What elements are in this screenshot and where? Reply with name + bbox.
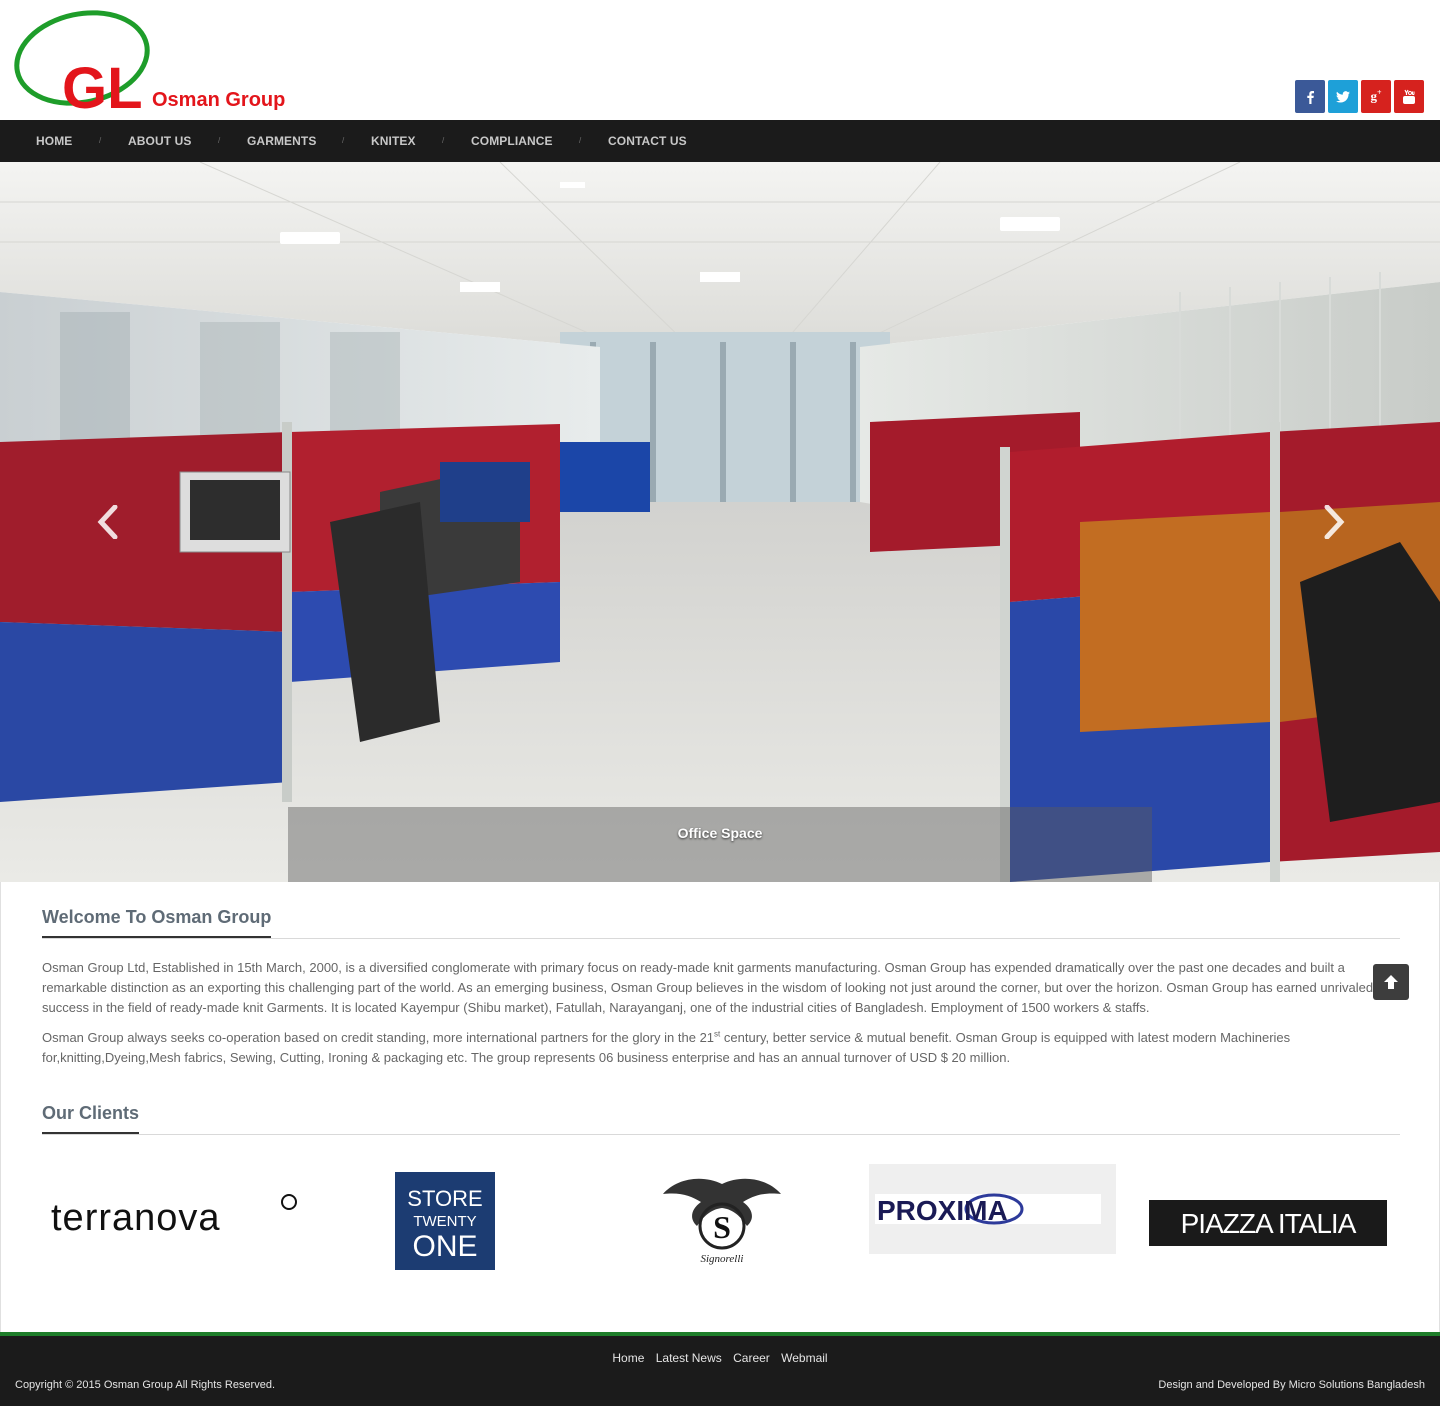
svg-text:Signorelli: Signorelli	[701, 1253, 744, 1265]
carousel-caption-text: Office Space	[677, 825, 763, 841]
client-logo-proxima[interactable]: PROXIMA	[869, 1164, 1116, 1254]
nav-contact-us[interactable]: CONTACT US	[608, 134, 687, 148]
developer-credit[interactable]: Design and Developed By Micro Solutions …	[1158, 1379, 1425, 1391]
welcome-paragraph-2: Osman Group always seeks co-operation ba…	[42, 1029, 1291, 1065]
svg-text:TWENTY: TWENTY	[413, 1213, 476, 1230]
client-logo-piazza-italia[interactable]: PIAZZA ITALIA	[1149, 1200, 1387, 1246]
footer-link-webmail[interactable]: Webmail	[781, 1351, 827, 1365]
svg-text:STORE: STORE	[407, 1186, 482, 1211]
nav-separator: /	[99, 136, 102, 145]
footer-links: Home Latest News Career Webmail	[0, 1351, 1440, 1365]
nav-separator: /	[579, 136, 582, 145]
main-nav: HOME / ABOUT US / GARMENTS / KNITEX / CO…	[0, 120, 1440, 162]
nav-garments[interactable]: GARMENTS	[247, 134, 316, 148]
nav-separator: /	[342, 136, 345, 145]
client-logo-store-twenty-one[interactable]: STORE TWENTY ONE	[395, 1172, 495, 1270]
title-rule	[42, 1134, 1400, 1135]
svg-text:S: S	[713, 1209, 731, 1245]
footer-link-latest-news[interactable]: Latest News	[656, 1351, 722, 1365]
nav-home[interactable]: HOME	[36, 134, 72, 148]
nav-separator: /	[442, 136, 445, 145]
main-content: Welcome To Osman Group Osman Group Ltd, …	[0, 882, 1440, 1332]
facebook-icon[interactable]	[1295, 80, 1325, 113]
youtube-icon[interactable]	[1394, 80, 1424, 113]
scroll-to-top-button[interactable]	[1373, 964, 1409, 1000]
welcome-paragraph-1: Osman Group Ltd, Established in 15th Mar…	[42, 960, 1374, 1015]
welcome-title: Welcome To Osman Group	[42, 907, 272, 927]
site-footer: Home Latest News Career Webmail Copyrigh…	[0, 1332, 1440, 1406]
nav-knitex[interactable]: KNITEX	[371, 134, 416, 148]
hero-carousel[interactable]: Office Space	[0, 162, 1440, 882]
carousel-prev-button[interactable]	[88, 502, 128, 542]
twitter-icon[interactable]	[1328, 80, 1358, 113]
nav-compliance[interactable]: COMPLIANCE	[471, 134, 553, 148]
clients-title: Our Clients	[42, 1103, 140, 1123]
carousel-next-button[interactable]	[1314, 502, 1354, 542]
client-logo-terranova[interactable]: terranova	[51, 1190, 301, 1240]
nav-separator: /	[218, 136, 221, 145]
site-header: GL Osman Group g+	[0, 0, 1440, 120]
client-logo-signorelli[interactable]: S Signorelli	[661, 1174, 783, 1266]
social-links: g+	[1295, 80, 1424, 113]
arrow-up-icon	[1384, 975, 1398, 989]
footer-link-career[interactable]: Career	[733, 1351, 770, 1365]
footer-link-home[interactable]: Home	[612, 1351, 644, 1365]
google-plus-icon[interactable]: g+	[1361, 80, 1391, 113]
logo-text: GL	[62, 56, 143, 110]
carousel-caption: Office Space	[288, 807, 1152, 882]
office-space-image	[0, 162, 1440, 882]
copyright-text: Copyright © 2015 Osman Group All Rights …	[15, 1379, 276, 1391]
nav-about-us[interactable]: ABOUT US	[128, 134, 191, 148]
svg-text:terranova: terranova	[51, 1197, 221, 1239]
brand-name[interactable]: Osman Group	[152, 89, 285, 112]
svg-text:PIAZZA ITALIA: PIAZZA ITALIA	[1181, 1208, 1357, 1239]
title-rule	[42, 938, 1400, 939]
svg-text:PROXIMA: PROXIMA	[877, 1195, 1008, 1226]
osman-group-logo[interactable]: GL	[14, 10, 154, 110]
svg-text:ONE: ONE	[412, 1230, 477, 1263]
